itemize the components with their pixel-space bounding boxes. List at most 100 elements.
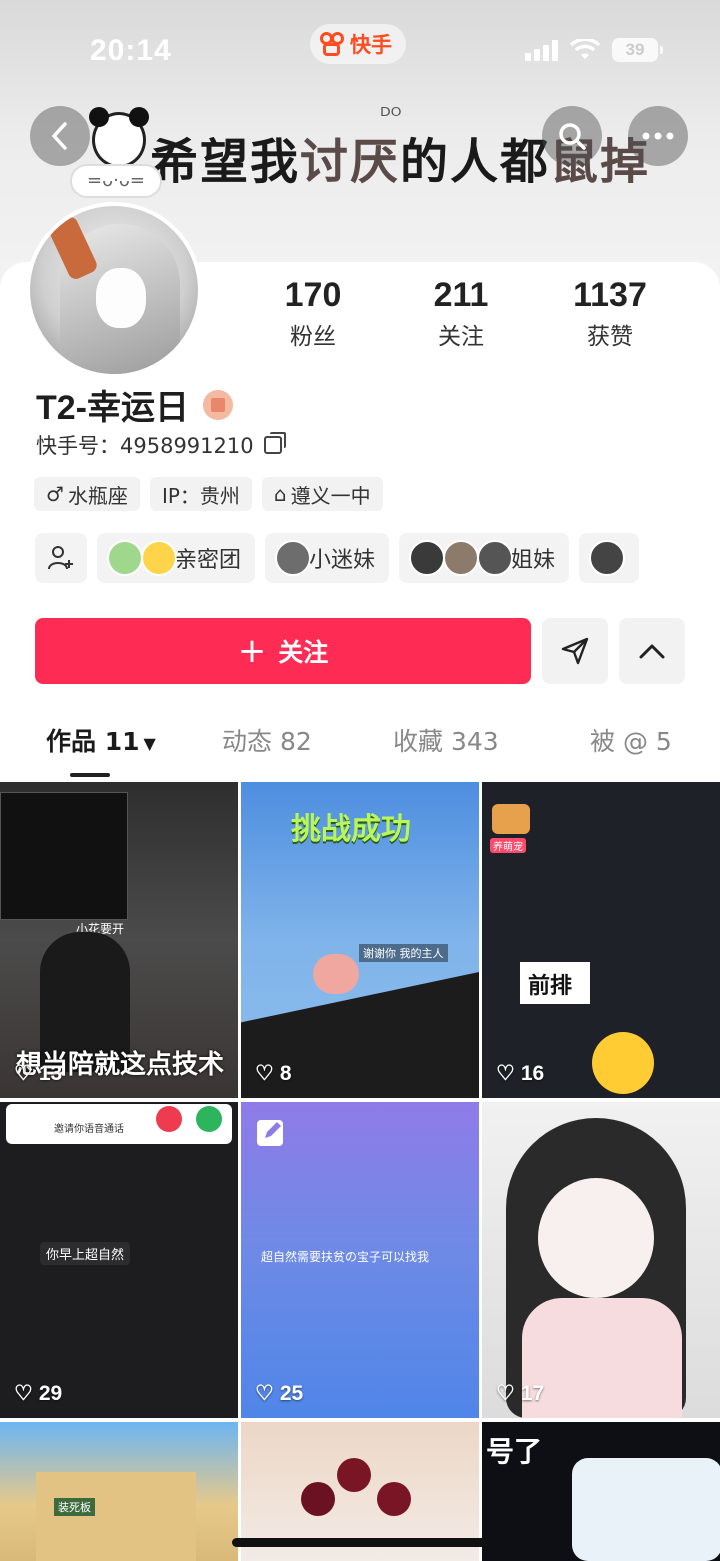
group-avatar bbox=[275, 540, 312, 576]
home-indicator[interactable] bbox=[232, 1538, 488, 1547]
girl-face-image bbox=[538, 1178, 654, 1298]
user-id-row: 快手号：4958991210 bbox=[36, 430, 286, 460]
post-subtext: 养萌宠 bbox=[490, 838, 526, 853]
group-avatar bbox=[589, 540, 626, 576]
group-fans[interactable]: 小迷妹 bbox=[265, 533, 390, 583]
wifi-icon bbox=[570, 39, 600, 59]
group-avatar bbox=[443, 540, 480, 576]
tag-school[interactable]: ⌂ 遵义一中 bbox=[261, 477, 383, 511]
pig-image bbox=[313, 954, 359, 994]
stat-value: 1137 bbox=[573, 276, 647, 314]
like-count: ♡ 13 bbox=[14, 1061, 63, 1086]
tab-moments[interactable]: 动态 82 bbox=[222, 722, 312, 758]
tab-favorites[interactable]: 收藏 343 bbox=[393, 722, 499, 758]
decline-call-icon bbox=[156, 1106, 182, 1132]
send-icon bbox=[561, 637, 589, 665]
group-more[interactable] bbox=[579, 533, 640, 583]
more-button[interactable] bbox=[628, 106, 688, 166]
tag-zodiac[interactable]: ♂ 水瓶座 bbox=[34, 477, 140, 511]
gender-icon: ♂ bbox=[46, 482, 64, 506]
search-button[interactable] bbox=[542, 106, 602, 166]
like-count: ♡ 29 bbox=[14, 1381, 63, 1406]
avatar[interactable] bbox=[26, 202, 202, 378]
tab-works[interactable]: 作品 11 ▼ bbox=[46, 722, 156, 758]
heart-icon: ♡ bbox=[496, 1382, 515, 1405]
post-subtext: 谢谢你 我的主人 bbox=[359, 944, 448, 962]
post-thumbnail[interactable]: 邀请你语音通话 你早上超自然 ♡ 29 bbox=[0, 1102, 238, 1418]
post-caption: 超自然需要扶贫の宝子可以找我 bbox=[261, 1250, 430, 1264]
heart-icon: ♡ bbox=[255, 1382, 274, 1405]
like-count: ♡ 17 bbox=[496, 1381, 545, 1406]
level-badge-icon[interactable] bbox=[203, 389, 233, 420]
more-icon bbox=[642, 132, 674, 140]
avatar-frame-badge: =ᴗ·ᴗ= bbox=[70, 164, 162, 198]
stat-value: 211 bbox=[433, 276, 489, 314]
heart-icon: ♡ bbox=[255, 1062, 274, 1085]
app-indicator[interactable]: 快手 bbox=[310, 24, 406, 64]
back-button[interactable] bbox=[30, 106, 90, 166]
stat-label: 粉丝 bbox=[290, 324, 336, 350]
copy-icon[interactable] bbox=[263, 432, 286, 454]
signal-icon bbox=[525, 39, 558, 61]
post-thumbnail[interactable]: 超自然需要扶贫の宝子可以找我 ♡ 25 bbox=[241, 1102, 479, 1418]
group-intimate[interactable]: 亲密团 bbox=[97, 533, 256, 583]
pet-icon bbox=[492, 804, 530, 834]
berry-image bbox=[377, 1482, 411, 1516]
tab-indicator bbox=[70, 773, 110, 777]
post-thumbnail[interactable]: 挑战成功 谢谢你 我的主人 ♡ 8 bbox=[241, 782, 479, 1098]
accept-call-icon bbox=[196, 1106, 222, 1132]
heart-icon: ♡ bbox=[14, 1382, 33, 1405]
add-user-icon bbox=[48, 546, 73, 570]
search-icon bbox=[559, 123, 586, 150]
group-sisters[interactable]: 姐妹 bbox=[399, 533, 570, 583]
follow-button[interactable]: + 关注 bbox=[35, 618, 531, 684]
post-caption: 你早上超自然 bbox=[40, 1242, 131, 1265]
chevron-left-icon bbox=[52, 122, 67, 150]
kuaishou-logo-icon bbox=[320, 32, 344, 56]
post-thumbnail[interactable]: 小花要开 想当陪就这点技术 ♡ 13 bbox=[0, 782, 238, 1098]
status-time: 20:14 bbox=[90, 34, 172, 67]
girl-body-image bbox=[522, 1298, 682, 1418]
berry-image bbox=[301, 1482, 335, 1516]
stat-label: 获赞 bbox=[587, 324, 633, 350]
app-name: 快手 bbox=[350, 33, 392, 57]
tag-ip-location: IP：贵州 bbox=[149, 477, 252, 511]
group-list: 亲密团 小迷妹 姐妹 bbox=[35, 533, 720, 583]
stat-followers[interactable]: 170 粉丝 bbox=[248, 276, 378, 351]
group-avatar bbox=[107, 540, 143, 576]
avatar-image bbox=[26, 202, 202, 378]
profile-name: T2-幸运日 bbox=[36, 389, 189, 427]
edit-icon bbox=[257, 1120, 283, 1146]
like-count: ♡ 16 bbox=[496, 1061, 545, 1086]
stat-value: 170 bbox=[284, 276, 342, 314]
stat-label: 关注 bbox=[438, 324, 484, 350]
group-label: 小迷妹 bbox=[309, 548, 376, 573]
post-caption: 挑战成功 bbox=[291, 812, 411, 847]
like-count: ♡ 25 bbox=[255, 1381, 304, 1406]
group-label: 亲密团 bbox=[175, 548, 242, 573]
battery-icon: 39 bbox=[612, 38, 663, 62]
tab-mentions[interactable]: 被 @ 5 bbox=[590, 722, 672, 758]
post-thumbnail[interactable]: ♡ 17 bbox=[482, 1102, 720, 1418]
post-caption: 装死板 bbox=[54, 1498, 95, 1516]
group-avatar bbox=[409, 540, 446, 576]
post-thumbnail[interactable]: 装死板 bbox=[0, 1422, 238, 1561]
post-caption: 号了 bbox=[486, 1435, 543, 1468]
content-tabs: 作品 11 ▼ 动态 82 收藏 343 被 @ 5 bbox=[0, 722, 720, 778]
minimap-image bbox=[0, 792, 128, 920]
group-avatar bbox=[477, 540, 514, 576]
post-subtext: 邀请你语音通话 bbox=[54, 1124, 124, 1135]
post-thumbnail[interactable]: 养萌宠 前排 ♡ 16 bbox=[482, 782, 720, 1098]
tag-label: IP：贵州 bbox=[161, 483, 240, 508]
post-caption: 前排 bbox=[528, 974, 573, 999]
stat-likes[interactable]: 1137 获赞 bbox=[545, 276, 675, 351]
add-friend-button[interactable] bbox=[35, 533, 87, 583]
collapse-button[interactable] bbox=[619, 618, 685, 684]
stat-following[interactable]: 211 关注 bbox=[396, 276, 526, 351]
group-avatar bbox=[141, 540, 177, 576]
heart-icon: ♡ bbox=[14, 1062, 33, 1085]
message-button[interactable] bbox=[542, 618, 608, 684]
screen-glow-image bbox=[572, 1458, 720, 1561]
name-row: T2-幸运日 bbox=[36, 380, 233, 429]
post-thumbnail[interactable]: 号了 bbox=[482, 1422, 720, 1561]
